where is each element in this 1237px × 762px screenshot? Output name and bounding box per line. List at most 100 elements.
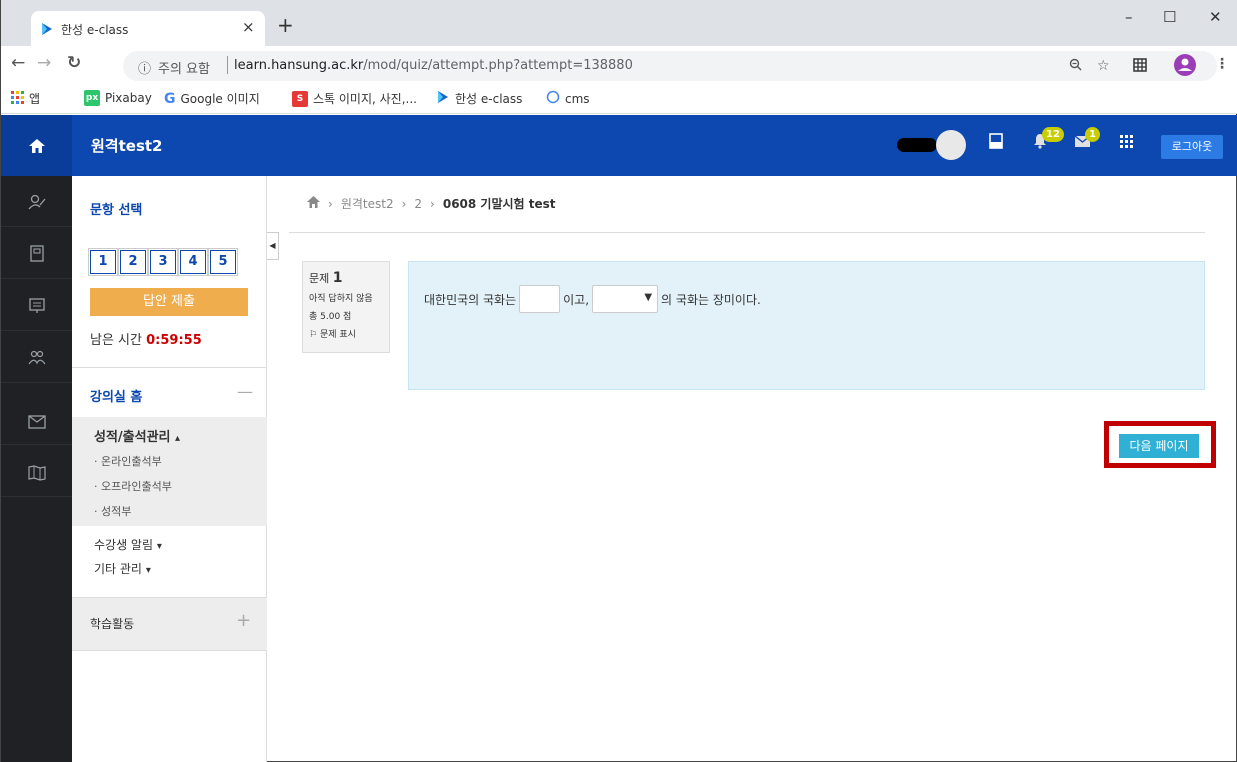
message-badge: 1: [1085, 127, 1100, 142]
bookmark-star-icon[interactable]: ☆: [1097, 58, 1110, 74]
google-icon: G: [164, 90, 176, 107]
rail-board-icon[interactable]: [1, 290, 72, 331]
breadcrumb-separator: ›: [430, 196, 435, 211]
back-arrow-icon[interactable]: ←: [11, 53, 25, 73]
rail-mail-icon[interactable]: [1, 404, 72, 445]
breadcrumb-current: 0608 기말시험 test: [442, 197, 556, 211]
apps-grid-icon[interactable]: [1120, 133, 1133, 152]
breadcrumb: › 원격test2 › 2 › 0608 기말시험 test: [307, 195, 556, 212]
question-nav-button[interactable]: 1: [88, 248, 118, 276]
minimize-button[interactable]: –: [1125, 8, 1133, 26]
student-notify-menu[interactable]: 수강생 알림 ▾: [94, 536, 162, 553]
left-sidebar: 문항 선택 1 2 3 4 5 답안 제출 남은 시간 0:59:55 강의실 …: [72, 176, 267, 762]
other-admin-menu[interactable]: 기타 관리 ▾: [94, 560, 151, 577]
flag-icon: ⚐: [309, 330, 318, 340]
layout-toggle-icon[interactable]: [989, 133, 1003, 153]
item-label: 오프라인출석부: [101, 480, 172, 493]
user-avatar[interactable]: [936, 130, 966, 160]
bookmark-stock-images[interactable]: S 스톡 이미지, 사진,...: [292, 90, 417, 107]
pixabay-icon: px: [84, 90, 100, 106]
question-navigation: 1 2 3 4 5: [88, 248, 238, 276]
bookmark-label: Google 이미지: [180, 92, 260, 106]
submit-answers-button[interactable]: 답안 제출: [90, 288, 248, 316]
divider: [72, 367, 267, 368]
forward-arrow-icon[interactable]: →: [37, 53, 51, 73]
rail-profile-icon[interactable]: [1, 186, 72, 227]
question-nav-button[interactable]: 2: [118, 248, 148, 276]
bookmark-apps[interactable]: 앱: [11, 90, 40, 107]
maximize-button[interactable]: ☐: [1163, 8, 1176, 26]
security-warning[interactable]: 주의 요함: [158, 58, 210, 77]
breadcrumb-separator: ›: [401, 196, 407, 211]
question-nav-button[interactable]: 5: [208, 248, 238, 276]
bookmark-label: 스톡 이미지, 사진,...: [313, 92, 417, 106]
extensions-grid-icon[interactable]: [1133, 58, 1147, 76]
logout-button[interactable]: 로그아웃: [1161, 135, 1223, 159]
eclass-favicon-icon: [40, 22, 54, 39]
course-home-link[interactable]: 강의실 홈: [90, 386, 142, 405]
question-number-value: 1: [332, 270, 343, 286]
sidebar-item-online-attendance[interactable]: · 온라인출석부: [94, 453, 162, 469]
grade-menu-label: 성적/출석관리: [94, 430, 171, 445]
collapse-minus-icon[interactable]: —: [237, 382, 253, 401]
next-page-highlight: 다음 페이지: [1104, 421, 1216, 468]
icon-rail: [1, 176, 72, 762]
url-path: /mod/quiz/attempt.php?attempt=138880: [363, 58, 633, 73]
question-nav-button[interactable]: 4: [178, 248, 208, 276]
chevron-up-icon: ▴: [175, 433, 181, 444]
sidebar-item-offline-attendance[interactable]: · 오프라인출석부: [94, 478, 172, 494]
sidebar-item-gradebook[interactable]: · 성적부: [94, 503, 131, 519]
reload-icon[interactable]: ↻: [67, 53, 81, 73]
grade-menu-section: 성적/출석관리 ▴ · 온라인출석부 · 오프라인출석부 · 성적부: [72, 417, 267, 526]
flag-question-link[interactable]: ⚐ 문제 표시: [309, 327, 383, 340]
address-bar[interactable]: ⓘ 주의 요함 learn.hansung.ac.kr/mod/quiz/att…: [123, 51, 1217, 81]
bookmark-cms[interactable]: cms: [546, 90, 590, 107]
tab-eclass[interactable]: 한성 e-class ×: [31, 11, 265, 46]
notification-badge: 12: [1042, 127, 1064, 142]
info-icon[interactable]: ⓘ: [138, 58, 151, 77]
bookmark-eclass[interactable]: 한성 e-class: [436, 90, 522, 107]
url-text[interactable]: learn.hansung.ac.kr/mod/quiz/attempt.php…: [234, 58, 633, 73]
answer-select[interactable]: ▼: [592, 285, 659, 313]
item-label: 성적부: [101, 505, 132, 518]
close-window-button[interactable]: ✕: [1209, 8, 1222, 26]
menu-label: 기타 관리: [94, 562, 142, 576]
bookmark-label: 한성 e-class: [455, 92, 523, 106]
sidebar-collapse-handle[interactable]: ◀: [267, 232, 279, 260]
bookmark-pixabay[interactable]: px Pixabay: [84, 90, 152, 106]
bookmarks-bar: 앱 px Pixabay G Google 이미지 S 스톡 이미지, 사진,.…: [1, 84, 1237, 114]
profile-avatar-icon[interactable]: [1174, 54, 1196, 80]
activities-label: 학습활동: [90, 617, 135, 631]
rail-courses-icon[interactable]: [1, 238, 72, 279]
rail-people-icon[interactable]: [1, 342, 72, 383]
browser-window: 한성 e-class × + – ☐ ✕ ← → ↻ ⓘ 주의 요함 learn…: [0, 0, 1237, 762]
breadcrumb-course[interactable]: 원격test2: [341, 195, 394, 212]
url-divider: [227, 56, 228, 74]
new-tab-button[interactable]: +: [277, 15, 294, 35]
cms-circle-icon: [546, 90, 560, 107]
grade-attendance-menu[interactable]: 성적/출석관리 ▴: [94, 426, 180, 445]
site-title[interactable]: 원격test2: [91, 135, 162, 156]
time-label: 남은 시간: [90, 333, 142, 348]
expand-plus-icon[interactable]: +: [236, 610, 251, 631]
question-nav-button[interactable]: 3: [148, 248, 178, 276]
tab-close-icon[interactable]: ×: [242, 18, 255, 36]
activities-section[interactable]: 학습활동 +: [72, 597, 267, 651]
question-text-part: 이고,: [563, 292, 590, 307]
eclass-favicon-icon: [436, 90, 450, 107]
next-page-button[interactable]: 다음 페이지: [1119, 434, 1199, 458]
tab-strip: 한성 e-class × + – ☐ ✕: [1, 0, 1237, 46]
menu-kebab-icon[interactable]: ⋮: [1215, 56, 1229, 72]
question-text-part: 대한민국의 국화는: [424, 292, 517, 307]
answer-text-input[interactable]: [519, 285, 561, 313]
zoom-icon[interactable]: [1069, 58, 1082, 75]
chevron-down-icon: ▾: [156, 541, 162, 552]
rail-map-icon[interactable]: [1, 456, 72, 497]
divider: [289, 232, 1205, 233]
time-remaining: 남은 시간 0:59:55: [90, 329, 202, 348]
home-icon[interactable]: [1, 115, 72, 176]
url-host: learn.hansung.ac.kr: [234, 58, 364, 73]
bookmark-google-images[interactable]: G Google 이미지: [164, 90, 260, 107]
breadcrumb-section[interactable]: 2: [414, 197, 422, 211]
breadcrumb-home-icon[interactable]: [307, 196, 320, 211]
